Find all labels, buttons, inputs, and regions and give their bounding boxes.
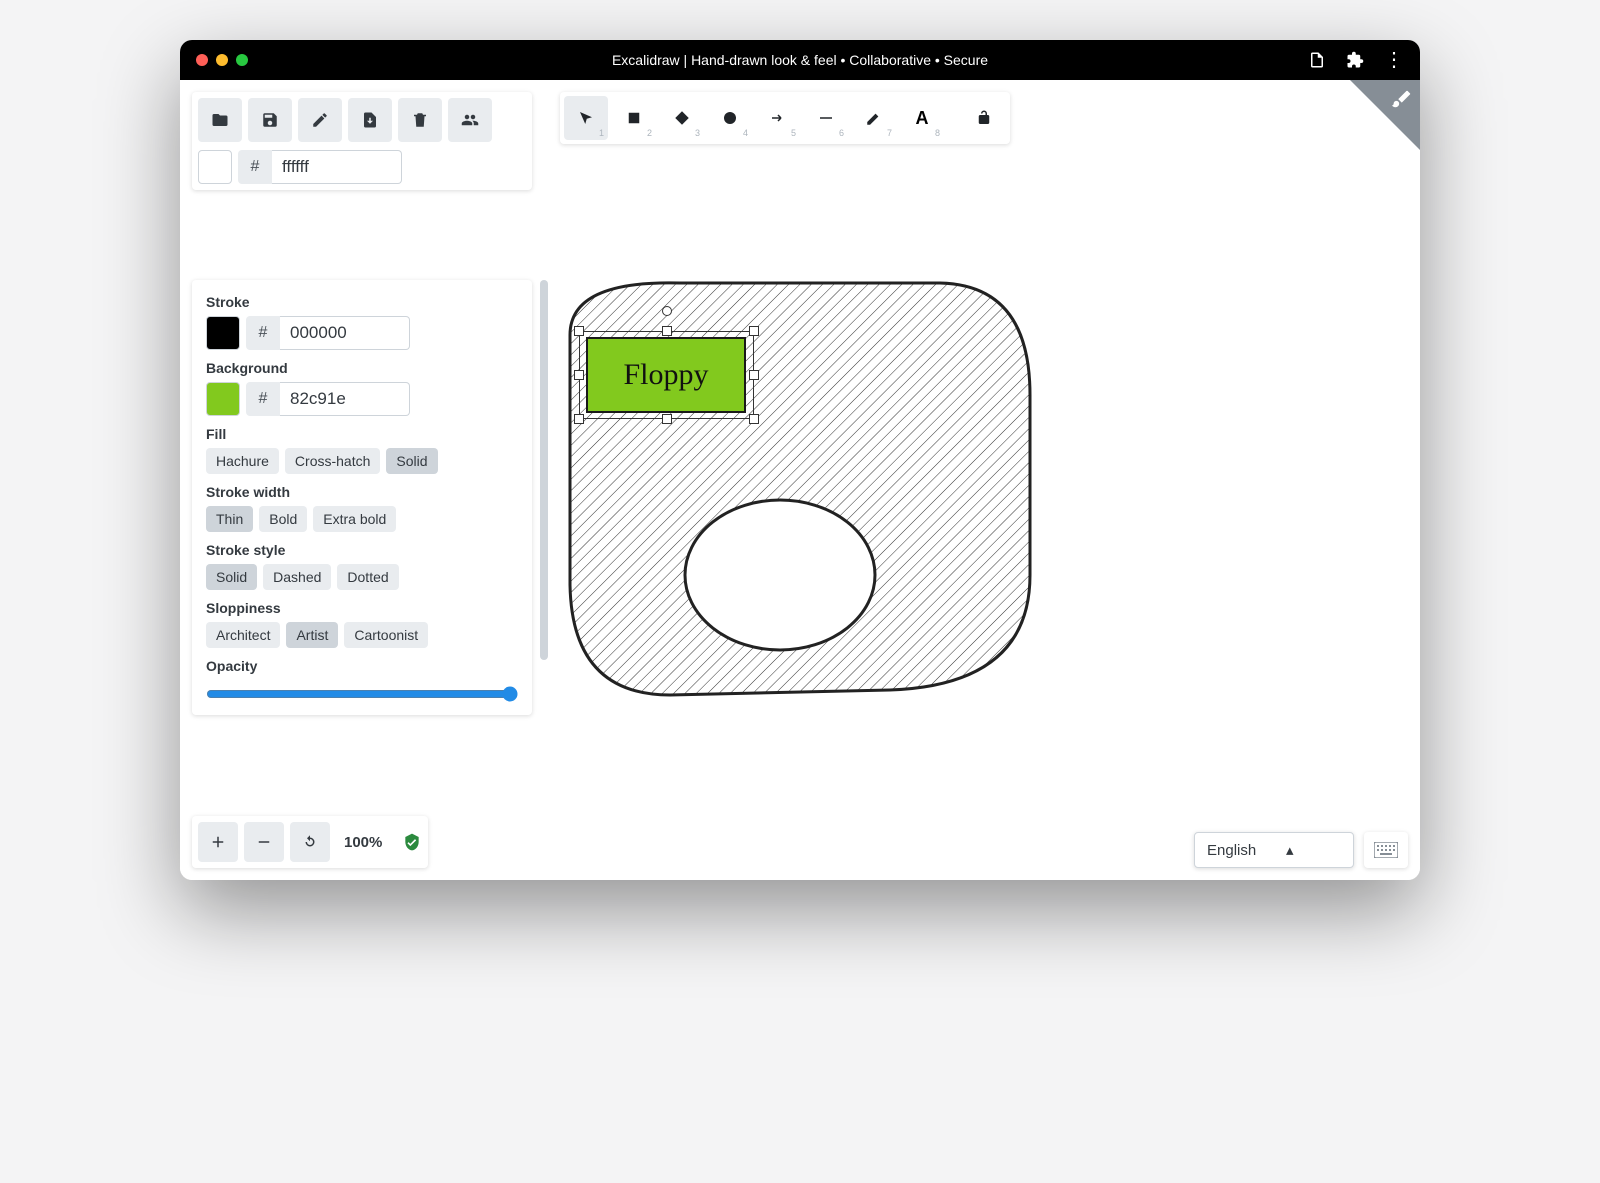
- resize-handle[interactable]: [574, 414, 584, 424]
- properties-panel: Stroke # Background # Fill Hachure Cros: [192, 280, 532, 715]
- keyboard-shortcuts-button[interactable]: [1364, 832, 1408, 868]
- fill-hachure[interactable]: Hachure: [206, 448, 279, 474]
- window-title: Excalidraw | Hand-drawn look & feel • Co…: [180, 52, 1420, 68]
- background-label: Background: [206, 360, 518, 376]
- ss-solid[interactable]: Solid: [206, 564, 257, 590]
- ss-dotted[interactable]: Dotted: [337, 564, 398, 590]
- stroke-label: Stroke: [206, 294, 518, 310]
- resize-handle[interactable]: [574, 326, 584, 336]
- app-body: Floppy: [180, 80, 1420, 880]
- export-button[interactable]: [348, 98, 392, 142]
- resize-handle[interactable]: [662, 326, 672, 336]
- zoom-controls: 100%: [192, 816, 428, 868]
- tool-draw[interactable]: 7: [852, 96, 896, 140]
- rotate-handle[interactable]: [662, 306, 672, 316]
- github-corner[interactable]: [1350, 80, 1420, 150]
- opacity-slider[interactable]: [206, 686, 518, 702]
- opacity-label: Opacity: [206, 658, 518, 674]
- slop-cartoonist[interactable]: Cartoonist: [344, 622, 428, 648]
- drawn-shape: [560, 275, 1060, 705]
- clear-canvas-button[interactable]: [398, 98, 442, 142]
- slop-artist[interactable]: Artist: [286, 622, 338, 648]
- sloppiness-label: Sloppiness: [206, 600, 518, 616]
- slop-architect[interactable]: Architect: [206, 622, 280, 648]
- maximize-window-button[interactable]: [236, 54, 248, 66]
- sw-extra-bold[interactable]: Extra bold: [313, 506, 396, 532]
- lock-toggle[interactable]: [962, 96, 1006, 140]
- background-hex-input[interactable]: [280, 382, 410, 416]
- tool-strip: 1 2 3 4 5 6 7 A8: [560, 92, 1010, 144]
- tool-selection[interactable]: 1: [564, 96, 608, 140]
- file-actions-panel: #: [192, 92, 532, 190]
- resize-handle[interactable]: [749, 370, 759, 380]
- hash-label: #: [238, 150, 272, 184]
- selected-rectangle[interactable]: Floppy: [586, 337, 746, 413]
- shape-text: Floppy: [623, 358, 708, 392]
- tool-line[interactable]: 6: [804, 96, 848, 140]
- sw-bold[interactable]: Bold: [259, 506, 307, 532]
- resize-handle[interactable]: [749, 326, 759, 336]
- zoom-in-button[interactable]: [198, 822, 238, 862]
- minimize-window-button[interactable]: [216, 54, 228, 66]
- app-window: Excalidraw | Hand-drawn look & feel • Co…: [180, 40, 1420, 880]
- titlebar: Excalidraw | Hand-drawn look & feel • Co…: [180, 40, 1420, 80]
- paintbrush-icon: [1390, 88, 1412, 110]
- zoom-reset-button[interactable]: [290, 822, 330, 862]
- language-select[interactable]: English ▴: [1194, 832, 1354, 868]
- stroke-swatch[interactable]: [206, 316, 240, 350]
- ss-dashed[interactable]: Dashed: [263, 564, 331, 590]
- save-button[interactable]: [248, 98, 292, 142]
- zoom-level: 100%: [336, 834, 390, 851]
- encrypted-icon: [402, 832, 422, 852]
- language-current: English: [1195, 842, 1276, 859]
- tool-arrow[interactable]: 5: [756, 96, 800, 140]
- stroke-hex-input[interactable]: [280, 316, 410, 350]
- panel-scrollbar[interactable]: [540, 280, 548, 660]
- resize-handle[interactable]: [749, 414, 759, 424]
- fill-label: Fill: [206, 426, 518, 442]
- hash-label: #: [246, 316, 280, 350]
- tool-text[interactable]: A8: [900, 96, 944, 140]
- dropdown-arrow-icon: ▴: [1276, 841, 1353, 859]
- resize-handle[interactable]: [662, 414, 672, 424]
- fill-solid[interactable]: Solid: [386, 448, 437, 474]
- zoom-out-button[interactable]: [244, 822, 284, 862]
- hash-label: #: [246, 382, 280, 416]
- close-window-button[interactable]: [196, 54, 208, 66]
- canvas-bg-swatch[interactable]: [198, 150, 232, 184]
- resize-handle[interactable]: [574, 370, 584, 380]
- extension-icon[interactable]: [1346, 51, 1364, 69]
- stroke-width-label: Stroke width: [206, 484, 518, 500]
- canvas-bg-hex-input[interactable]: [272, 150, 402, 184]
- sw-thin[interactable]: Thin: [206, 506, 253, 532]
- tool-ellipse[interactable]: 4: [708, 96, 752, 140]
- tool-diamond[interactable]: 3: [660, 96, 704, 140]
- page-icon[interactable]: [1308, 51, 1326, 69]
- traffic-lights: [196, 54, 248, 66]
- background-swatch[interactable]: [206, 382, 240, 416]
- fill-crosshatch[interactable]: Cross-hatch: [285, 448, 380, 474]
- stroke-style-label: Stroke style: [206, 542, 518, 558]
- selection-bounding-box: [579, 331, 754, 419]
- open-button[interactable]: [198, 98, 242, 142]
- tool-rectangle[interactable]: 2: [612, 96, 656, 140]
- save-as-button[interactable]: [298, 98, 342, 142]
- collaborate-button[interactable]: [448, 98, 492, 142]
